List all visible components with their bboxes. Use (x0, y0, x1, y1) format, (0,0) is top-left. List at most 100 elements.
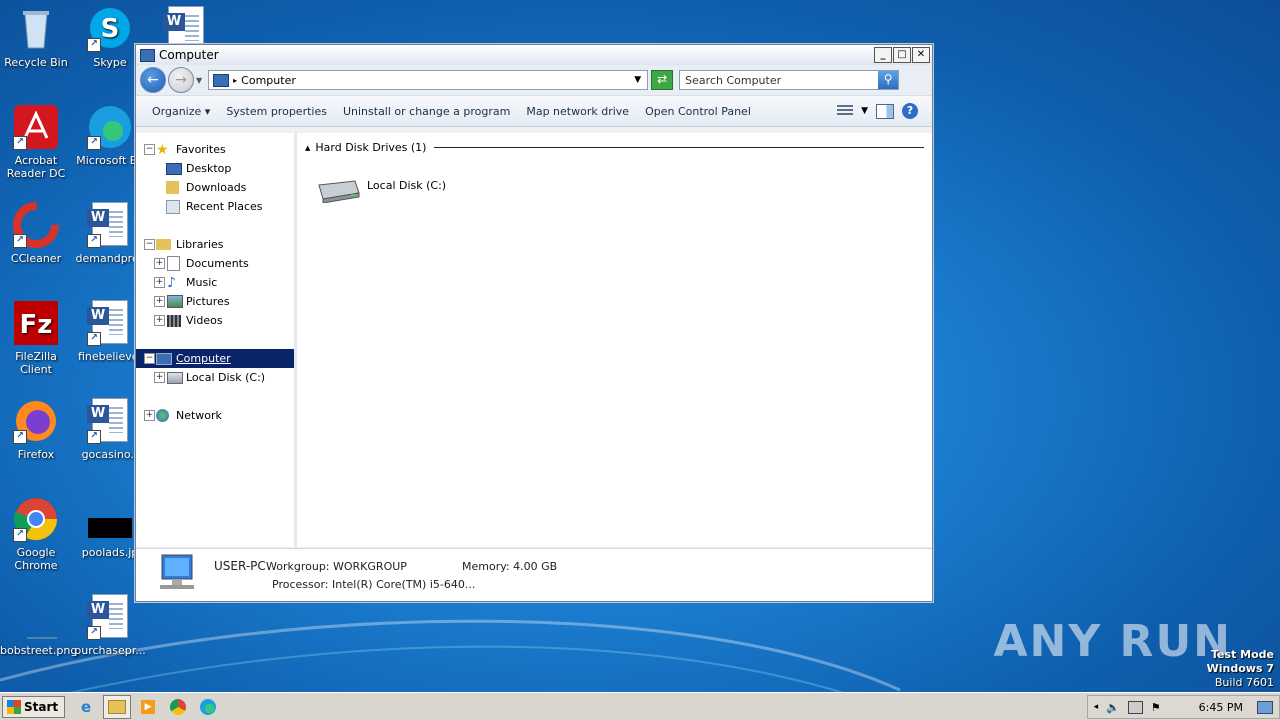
help-icon[interactable]: ? (902, 103, 918, 119)
expand-icon[interactable]: + (154, 277, 165, 288)
nav-pictures[interactable]: + Pictures (136, 292, 294, 311)
test-mode-line: Windows 7 (1206, 662, 1274, 675)
expand-icon[interactable]: + (154, 372, 165, 383)
computer-icon (160, 554, 194, 589)
hard-drive-icon (318, 180, 360, 203)
command-bar: Organize System properties Uninstall or … (136, 95, 932, 127)
desktop-icon-bobstreet[interactable]: bobstreet.png (0, 594, 77, 657)
forward-button[interactable]: → (168, 67, 194, 93)
address-row: ← → ▼ ▸ Computer ▼ ⇄ Search Computer ⚲ (136, 65, 932, 95)
navigation-pane: − ★ Favorites Desktop Downloads Recent P… (136, 133, 297, 547)
group-collapse-icon[interactable]: ▲ (305, 144, 310, 152)
back-button[interactable]: ← (140, 67, 166, 93)
nav-libraries[interactable]: − Libraries (136, 235, 294, 254)
start-button[interactable]: Start (2, 696, 66, 718)
nav-downloads[interactable]: Downloads (136, 178, 294, 197)
desktop-icon-ccleaner[interactable]: ↗ CCleaner (0, 202, 72, 265)
content-pane: ▲ Hard Disk Drives (1) Local Disk (C:) (297, 133, 932, 547)
filezilla-icon: Fz (13, 300, 59, 346)
desktop-icon-purchasepr[interactable]: W ↗ purchasepr... (74, 594, 146, 657)
network-status-icon[interactable] (1127, 700, 1143, 714)
test-mode-line: Test Mode (1211, 648, 1274, 661)
organize-button[interactable]: Organize (144, 105, 218, 118)
shortcut-arrow-icon: ↗ (87, 136, 101, 150)
nav-favorites[interactable]: − ★ Favorites (136, 140, 294, 159)
expand-icon[interactable]: + (154, 258, 165, 269)
nav-music[interactable]: + ♪ Music (136, 273, 294, 292)
breadcrumb-chevron-icon[interactable]: ▸ (233, 76, 237, 85)
edge-icon: ↗ (87, 104, 133, 150)
explorer-window: Computer _ □ ✕ ← → ▼ ▸ Computer ▼ ⇄ Sear… (135, 44, 933, 602)
taskbar-internet-explorer[interactable]: e (73, 696, 99, 718)
nav-desktop[interactable]: Desktop (136, 159, 294, 178)
shortcut-arrow-icon: ↗ (87, 332, 101, 346)
search-box[interactable]: Search Computer ⚲ (679, 70, 900, 90)
expand-icon[interactable]: + (154, 296, 165, 307)
map-network-drive-button[interactable]: Map network drive (518, 105, 637, 118)
desktop-icon-acrobat[interactable]: ↗ Acrobat Reader DC (0, 104, 72, 180)
computer-icon (156, 352, 172, 365)
group-divider (434, 147, 924, 148)
preview-pane-icon[interactable] (876, 103, 894, 119)
collapse-icon[interactable]: − (144, 144, 155, 155)
nav-videos[interactable]: + Videos (136, 311, 294, 330)
expand-icon[interactable]: + (154, 315, 165, 326)
nav-local-disk[interactable]: + Local Disk (C:) (136, 368, 294, 387)
star-icon: ★ (156, 141, 169, 158)
volume-icon[interactable]: 🔈 (1106, 701, 1120, 714)
drive-item-local-disk[interactable]: Local Disk (C:) (315, 177, 446, 203)
videos-icon (167, 314, 181, 327)
search-icon[interactable]: ⚲ (878, 71, 899, 89)
clock[interactable]: 6:45 PM (1199, 701, 1243, 714)
group-header-label: Hard Disk Drives (1) (315, 141, 427, 154)
skype-icon: S ↗ (87, 6, 133, 52)
drive-label: Local Disk (C:) (367, 179, 447, 192)
hard-drive-icon (167, 371, 183, 384)
desktop-icon-label: Acrobat Reader DC (6, 154, 66, 180)
nav-recent-places[interactable]: Recent Places (136, 197, 294, 216)
collapse-icon[interactable]: − (144, 239, 155, 250)
shortcut-arrow-icon: ↗ (13, 136, 27, 150)
taskbar-edge[interactable] (195, 696, 221, 718)
address-bar[interactable]: ▸ Computer ▼ (208, 70, 649, 90)
shortcut-arrow-icon: ↗ (87, 430, 101, 444)
action-center-flag-icon[interactable]: ⚑ (1151, 701, 1161, 714)
search-input[interactable]: Search Computer (680, 74, 878, 87)
pictures-icon (167, 295, 183, 308)
close-button[interactable]: ✕ (912, 47, 930, 63)
collapse-icon[interactable]: − (144, 353, 155, 364)
acrobat-icon: ↗ (13, 104, 59, 150)
nav-network[interactable]: + Network (136, 406, 294, 425)
desktop-icon-firefox[interactable]: ↗ Firefox (0, 398, 72, 461)
taskbar-chrome[interactable] (165, 696, 191, 718)
downloads-folder-icon (166, 181, 179, 194)
system-properties-button[interactable]: System properties (218, 105, 335, 118)
nav-computer[interactable]: − Computer (136, 349, 294, 368)
word-document-icon: W ↗ (87, 594, 133, 640)
view-options-dropdown-icon[interactable]: ▼ (861, 106, 868, 116)
workgroup-text: Workgroup: WORKGROUP (266, 560, 407, 573)
desktop-icon-recycle-bin[interactable]: Recycle Bin (0, 6, 72, 69)
computer-icon (140, 48, 155, 62)
desktop-icon-filezilla[interactable]: Fz FileZilla Client (0, 300, 72, 376)
uninstall-program-button[interactable]: Uninstall or change a program (335, 105, 518, 118)
libraries-folder-icon (156, 239, 171, 250)
expand-icon[interactable]: + (144, 410, 155, 421)
open-control-panel-button[interactable]: Open Control Panel (637, 105, 759, 118)
address-dropdown-icon[interactable]: ▼ (634, 75, 641, 85)
change-view-icon[interactable] (837, 105, 854, 117)
maximize-button[interactable]: □ (893, 47, 911, 63)
recent-pages-dropdown-icon[interactable]: ▼ (196, 76, 202, 85)
group-header[interactable]: ▲ Hard Disk Drives (1) (305, 141, 924, 154)
nav-documents[interactable]: + Documents (136, 254, 294, 273)
minimize-button[interactable]: _ (874, 47, 892, 63)
taskbar-media-player[interactable]: ▶ (135, 696, 161, 718)
documents-icon (167, 256, 180, 271)
title-bar[interactable]: Computer _ □ ✕ (136, 45, 932, 65)
show-desktop-icon[interactable] (1257, 700, 1273, 714)
shortcut-arrow-icon: ↗ (13, 430, 27, 444)
desktop-icon-chrome[interactable]: ↗ Google Chrome (0, 496, 72, 572)
taskbar-explorer[interactable] (103, 695, 132, 719)
refresh-button[interactable]: ⇄ (651, 70, 674, 90)
show-hidden-icons-icon[interactable]: ◂ (1094, 702, 1099, 712)
